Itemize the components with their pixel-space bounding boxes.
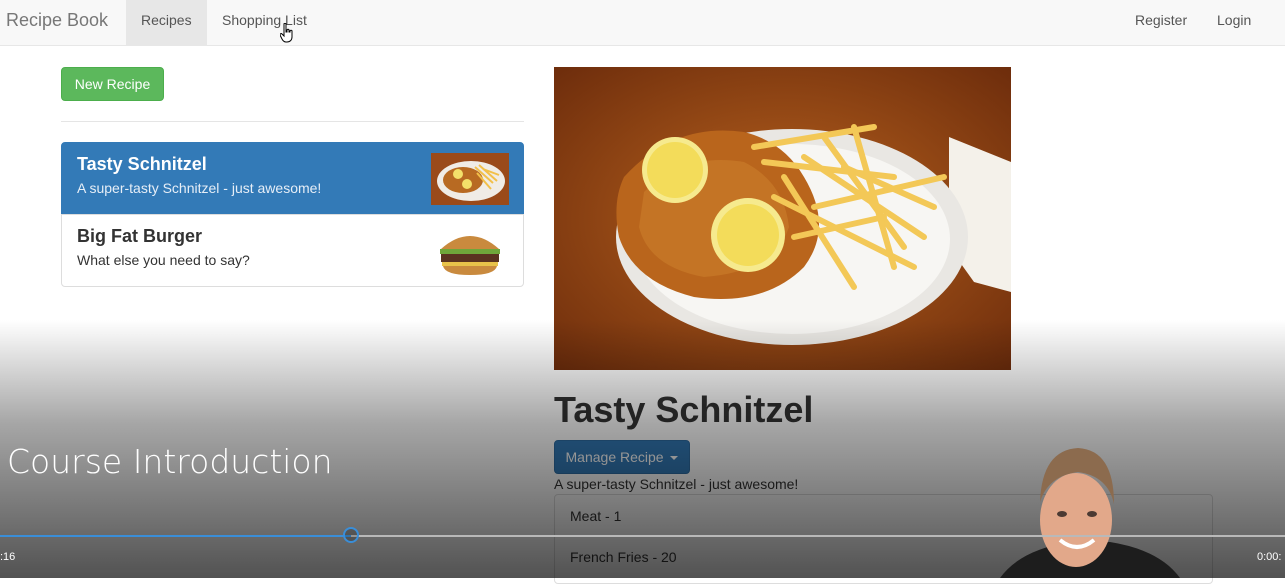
navbar-brand[interactable]: Recipe Book — [6, 10, 108, 31]
video-progress-fill — [0, 535, 351, 537]
manage-recipe-button[interactable]: Manage Recipe — [554, 440, 690, 474]
schnitzel-thumbnail — [431, 153, 509, 205]
video-title: Course Introduction — [7, 442, 333, 481]
recipe-list-item-schnitzel[interactable]: Tasty Schnitzel A super-tasty Schnitzel … — [61, 142, 524, 215]
new-recipe-button[interactable]: New Recipe — [61, 67, 164, 101]
nav-link-shopping-list[interactable]: Shopping List — [207, 0, 322, 45]
navbar: Recipe Book Recipes Shopping List Regist… — [0, 0, 1285, 46]
recipe-detail-description: A super-tasty Schnitzel - just awesome! — [554, 476, 799, 492]
video-progress-handle[interactable] — [343, 527, 359, 543]
recipe-item-description: What else you need to say? — [77, 252, 250, 268]
hand-cursor-icon — [280, 23, 293, 43]
video-current-time: :16 — [0, 551, 16, 563]
ingredient-item[interactable]: Meat - 1 — [570, 508, 621, 524]
nav-link-recipes[interactable]: Recipes — [126, 0, 207, 45]
divider — [61, 121, 524, 122]
recipe-list-item-burger[interactable]: Big Fat Burger What else you need to say… — [61, 214, 524, 287]
recipe-image — [554, 67, 1011, 370]
nav-link-register[interactable]: Register — [1120, 0, 1202, 45]
manage-recipe-label: Manage Recipe — [565, 449, 664, 465]
recipe-item-title: Tasty Schnitzel — [77, 154, 207, 174]
presenter-webcam — [1000, 448, 1180, 578]
recipe-item-description: A super-tasty Schnitzel - just awesome! — [77, 180, 322, 196]
burger-thumbnail — [431, 225, 509, 277]
video-end-time: 0:00: — [1257, 551, 1282, 563]
caret-down-icon — [670, 456, 679, 461]
ingredient-item[interactable]: French Fries - 20 — [570, 549, 677, 565]
recipe-detail-title: Tasty Schnitzel — [554, 389, 814, 430]
recipe-item-title: Big Fat Burger — [77, 226, 203, 246]
nav-link-login[interactable]: Login — [1202, 0, 1266, 45]
